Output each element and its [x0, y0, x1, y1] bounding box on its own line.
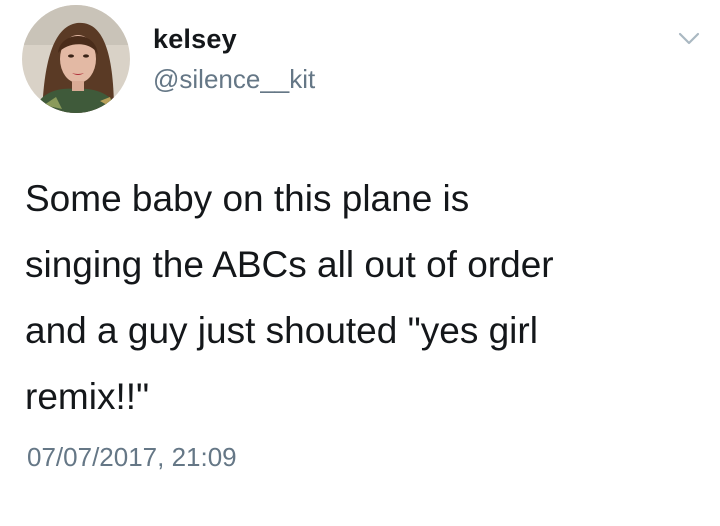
tweet-text-line: and a guy just shouted "yes girl: [25, 310, 538, 351]
profile-photo-icon: [22, 5, 130, 113]
tweet-text-line: Some baby on this plane is: [25, 178, 470, 219]
timestamp[interactable]: 07/07/2017, 21:09: [27, 442, 237, 473]
tweet-text-line: remix!!": [25, 376, 150, 417]
user-handle[interactable]: @silence__kit: [153, 64, 315, 95]
tweet-card: kelsey @silence__kit Some baby on this p…: [0, 0, 720, 526]
tweet-text: Some baby on this plane is singing the A…: [25, 166, 705, 430]
chevron-down-icon[interactable]: [672, 28, 706, 52]
avatar[interactable]: [22, 5, 130, 113]
display-name[interactable]: kelsey: [153, 24, 237, 55]
tweet-text-line: singing the ABCs all out of order: [25, 244, 554, 285]
